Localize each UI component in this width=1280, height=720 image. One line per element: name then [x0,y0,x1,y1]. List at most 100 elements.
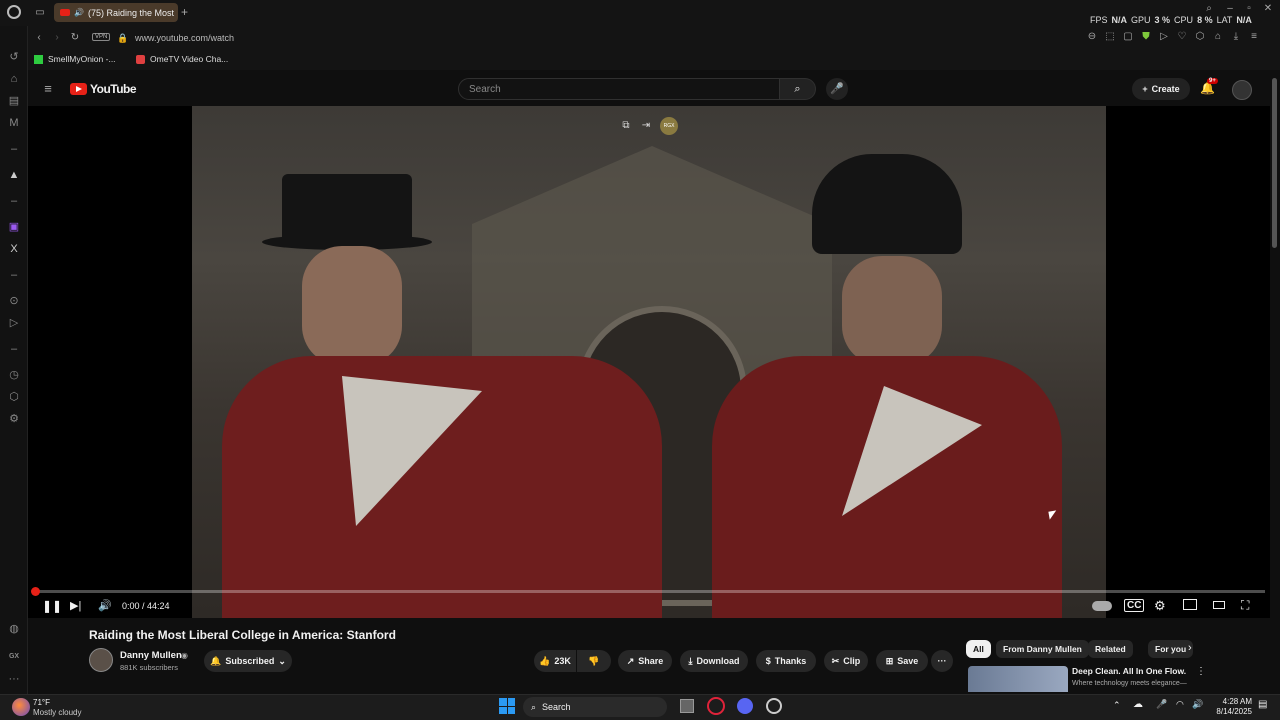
close-icon[interactable]: ✕ [1262,3,1274,15]
snapshot-icon[interactable]: ⬚ [1104,31,1116,43]
dislike-button[interactable]: 👎 [577,650,611,672]
heart-icon[interactable]: ♡ [1176,31,1188,43]
popout-overlay-icon[interactable]: ⇥ [640,120,652,132]
tray-chevron-icon[interactable]: ⌃ [1113,700,1121,711]
sidebar-gx-corner-bottom-icon[interactable]: ◍ [7,622,21,636]
start-windows-icon[interactable] [499,698,515,714]
chip-all[interactable]: All [966,640,991,658]
microphone-tray-icon[interactable]: 🎤 [1156,699,1167,710]
create-button[interactable]: + Create [1132,78,1190,100]
speaker-icon[interactable]: 🔊 [74,8,84,17]
captions-icon[interactable]: CC [1124,599,1145,612]
progress-bar[interactable] [33,590,1265,593]
sidebar-more-icon[interactable]: ··· [7,672,21,686]
chip-related[interactable]: Related [1088,640,1133,658]
like-button[interactable]: 👍 23K [534,650,576,672]
chip-from-channel[interactable]: From Danny Mullen [996,640,1089,658]
sidebar-gx-label[interactable]: GX [7,650,21,664]
task-view-icon[interactable] [680,699,694,713]
sidebar-player-icon[interactable]: ⊙ [7,294,21,308]
overlay-badge[interactable]: RGX [660,117,678,135]
autoplay-toggle[interactable] [1092,601,1112,611]
subscribed-button[interactable]: 🔔 Subscribed ⌄ [204,650,292,672]
opera-gx-taskbar-icon[interactable] [707,697,725,715]
page-scrollbar[interactable] [1272,78,1277,248]
pause-icon[interactable]: ❚❚ [42,599,62,613]
volume-icon[interactable]: 🔊 [98,599,112,612]
save-button[interactable]: ⊞ Save [876,650,928,672]
wallet-icon[interactable]: ⌂ [1212,31,1224,43]
sidebar-send-icon[interactable]: ▷ [7,316,21,330]
minimize-icon[interactable]: – [1224,3,1236,15]
next-icon[interactable]: ▶| [70,599,81,612]
fullscreen-icon[interactable]: ⛶ [1241,598,1249,613]
sidebar-twitch-icon[interactable]: ▣ [7,220,21,234]
sidebar-cleaner-icon[interactable]: ▤ [7,94,21,108]
notification-center-icon[interactable]: ▤ [1258,699,1267,710]
opera-gx-logo-icon[interactable] [7,5,21,19]
voice-search-button[interactable]: 🎤 [826,78,848,100]
chevron-right-icon[interactable]: › [1188,642,1192,654]
clip-button[interactable]: ✂ Clip [824,650,868,672]
sidebar-extensions-icon[interactable]: ⬡ [7,390,21,404]
wifi-icon[interactable]: ◠ [1176,699,1184,710]
more-actions-button[interactable]: ··· [931,650,953,672]
sidebar-gx-control-icon[interactable]: ⌂ [7,72,21,86]
video-frame[interactable]: ⧉ ⇥ RGX [192,106,1106,618]
weather-temp[interactable]: 71°F [33,698,50,707]
url-field[interactable]: www.youtube.com/watch [135,33,234,43]
account-avatar[interactable] [1232,80,1252,100]
steam-taskbar-icon[interactable] [766,698,782,714]
suggestion-more-icon[interactable]: ⋮ [1196,666,1206,677]
back-icon[interactable]: ‹ [33,32,45,44]
vpn-badge[interactable]: VPN [92,33,111,41]
channel-avatar[interactable] [89,648,113,672]
hamburger-menu-icon[interactable]: ≡ [42,82,54,95]
bookmark-item[interactable]: SmellMyOnion -... [34,54,116,64]
miniplayer-icon[interactable] [1183,599,1197,610]
share-button[interactable]: ↗ Share [618,650,672,672]
adblock-shield-icon[interactable]: ⛊ [1140,31,1152,43]
sidebar-settings-icon[interactable]: ⚙ [7,412,21,426]
thanks-button[interactable]: $ Thanks [756,650,816,672]
theater-mode-icon[interactable] [1213,601,1225,609]
download-icon[interactable]: ⤓ [1230,31,1242,43]
download-button[interactable]: ⤓ Download [680,650,748,672]
sidebar-m-icon[interactable]: M [7,116,21,130]
zoom-icon[interactable]: ⊖ [1086,31,1098,43]
taskbar-search[interactable]: ⌕ Search [523,697,667,717]
sidebar-history-icon[interactable]: ◷ [7,368,21,382]
clock-date[interactable]: 8/14/2025 [1206,707,1252,716]
sidebar-aria-icon[interactable]: ▲ [7,168,21,182]
gallery-overlay-icon[interactable]: ⧉ [620,120,632,132]
lock-icon[interactable]: 🔒 [117,32,129,44]
search-button[interactable]: ⌕ [780,78,816,100]
bookmark-item[interactable]: OmeTV Video Cha... [136,54,228,64]
new-tab-button[interactable]: + [181,5,188,19]
clock-time[interactable]: 4:28 AM [1210,697,1252,706]
settings-gear-icon[interactable]: ⚙ [1154,598,1166,614]
tab-active[interactable]: 🔊 (75) Raiding the Most [54,3,178,22]
tab-capture-icon[interactable]: ▢ [1122,31,1134,43]
search-input[interactable]: Search [458,78,780,100]
youtube-logo[interactable]: YouTube [70,82,137,96]
tab-manager-icon[interactable]: ▭ [34,7,46,19]
extensions-icon[interactable]: ⬡ [1194,31,1206,43]
suggestion-title[interactable]: Deep Clean. All In One Flow. [1072,666,1186,676]
sidebar-gx-corner-icon[interactable]: ↺ [7,50,21,64]
suggestion-thumbnail[interactable] [968,666,1068,692]
channel-name[interactable]: Danny Mullen [120,650,182,661]
weather-icon[interactable] [12,698,30,716]
onedrive-icon[interactable]: ☁ [1133,699,1143,710]
player-icon[interactable]: ▷ [1158,31,1170,43]
maximize-icon[interactable]: ▫ [1243,3,1255,15]
discord-taskbar-icon[interactable] [737,698,753,714]
menu-icon[interactable]: ≡ [1248,31,1260,43]
forward-icon[interactable]: › [51,32,63,44]
sidebar-x-icon[interactable]: X [7,242,21,256]
chip-for-you[interactable]: For you [1148,640,1194,658]
volume-tray-icon[interactable]: 🔊 [1192,699,1203,710]
video-player[interactable]: ⧉ ⇥ RGX ❚❚ ▶| 🔊 0:00 / 44:24 CC ⚙ ⛶ [28,106,1270,618]
search-tabs-icon[interactable]: ⌕ [1203,3,1215,15]
progress-scrubber[interactable] [31,587,40,596]
